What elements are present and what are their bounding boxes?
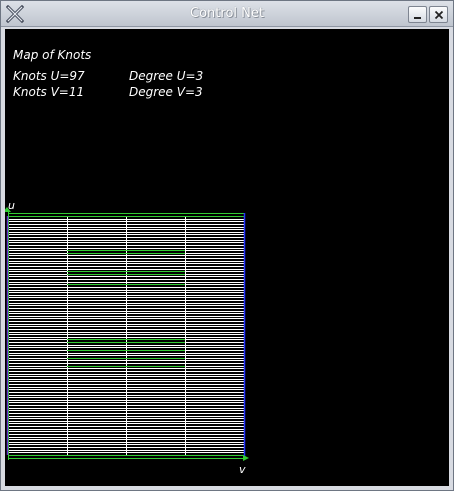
u-axis-label: u [8, 199, 15, 212]
knot-grid [5, 207, 249, 461]
v-axis-label: v [239, 463, 246, 476]
minimize-icon [413, 16, 421, 19]
control-net-window: Control Net Map of Knots Knots U=97 Knot… [0, 0, 454, 491]
v-axis-arrow [243, 455, 249, 461]
minimize-button[interactable] [408, 6, 427, 23]
close-icon [434, 10, 443, 19]
close-button[interactable] [429, 6, 448, 23]
knot-map-canvas[interactable]: Map of Knots Knots U=97 Knots V=11 Degre… [5, 29, 449, 486]
title-bar[interactable]: Control Net [1, 1, 453, 27]
x-logo-icon[interactable] [6, 5, 24, 23]
window-title: Control Net [190, 6, 264, 21]
